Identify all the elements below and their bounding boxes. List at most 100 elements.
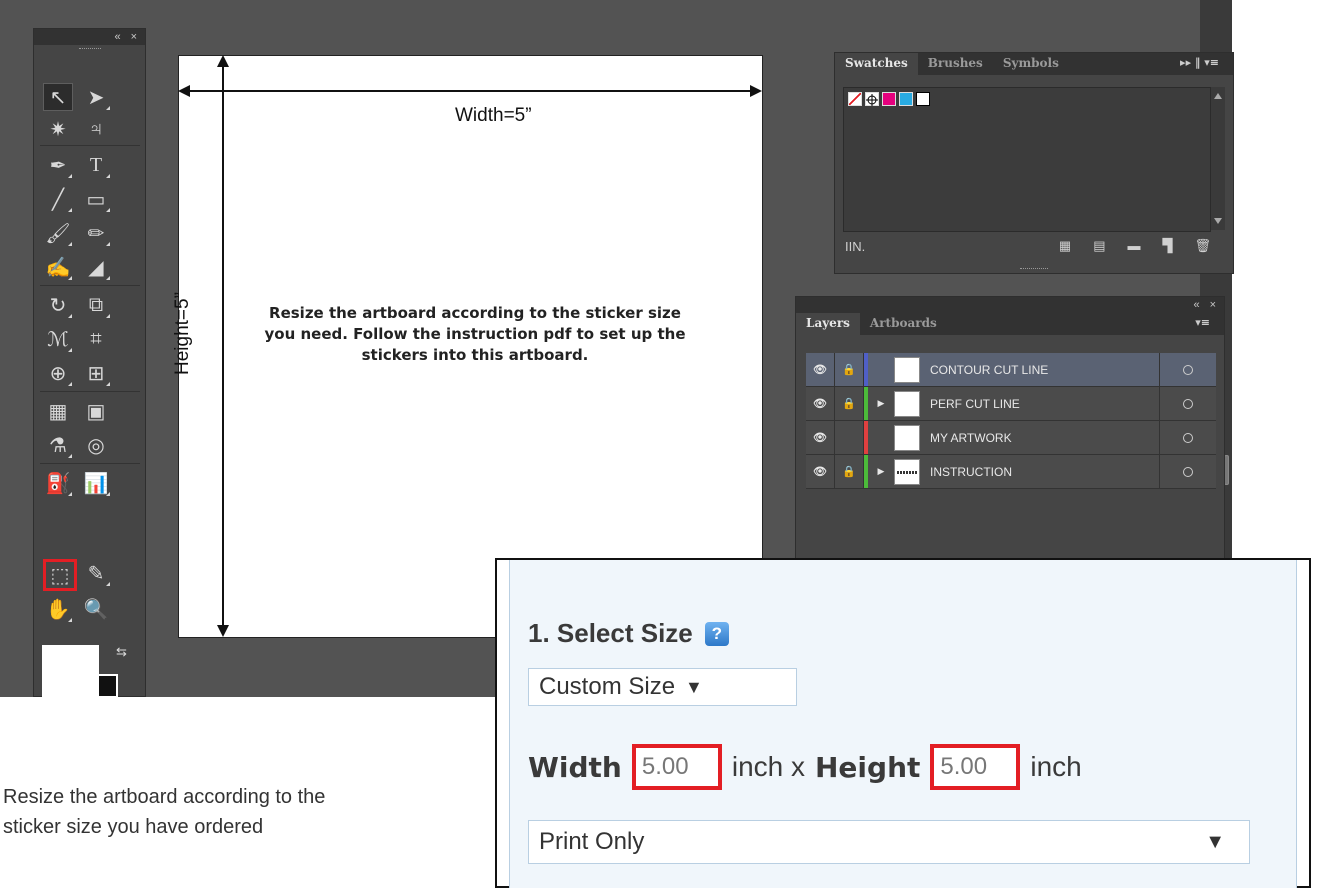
blend-tool-icon[interactable]: ◎	[81, 431, 111, 459]
layer-thumbnail	[894, 390, 920, 417]
type-tool-icon[interactable]: T	[81, 151, 111, 179]
swatch-none[interactable]	[848, 92, 862, 106]
size-dropdown-value: Custom Size	[539, 673, 676, 700]
dropdown-arrow-icon: ▼	[685, 676, 703, 697]
visibility-eye-icon[interactable]: 👁	[806, 455, 835, 488]
show-kinds-icon[interactable]: ▦	[1059, 238, 1071, 254]
pen-tool-icon[interactable]: ✒	[43, 151, 73, 179]
width-input[interactable]: 5.00	[631, 744, 722, 790]
tab-brushes[interactable]: Brushes	[918, 53, 993, 75]
rotate-tool-icon[interactable]: ↻	[43, 291, 73, 319]
panel-grip[interactable]	[1020, 268, 1048, 269]
swap-fill-stroke-icon[interactable]: ⇆	[116, 644, 127, 660]
layer-row[interactable]: 👁 🔒 ▶ PERF CUT LINE	[806, 387, 1216, 421]
magic-wand-tool-icon[interactable]: ✷	[43, 115, 73, 143]
shape-builder-tool-icon[interactable]: ⊕	[43, 359, 73, 387]
layer-color-bar	[864, 421, 868, 454]
layer-thumbnail	[894, 458, 920, 485]
visibility-eye-icon[interactable]: 👁	[806, 353, 835, 386]
caption-text: Resize the artboard according to the sti…	[3, 786, 326, 838]
new-swatch-icon[interactable]: ▜	[1162, 238, 1172, 254]
layer-target-icon[interactable]	[1159, 353, 1216, 386]
height-label: Height	[815, 750, 921, 784]
free-transform-tool-icon[interactable]: ⌗	[81, 325, 111, 353]
layer-row[interactable]: 👁 MY ARTWORK	[806, 421, 1216, 455]
perspective-grid-tool-icon[interactable]: ⊞	[81, 359, 111, 387]
dimensions-row: Width 5.00 inch x Height 5.00 inch	[528, 742, 1082, 792]
swatches-panel: Swatches Brushes Symbols ▸▸ ‖ ▾≡ IIN. ▦ …	[834, 52, 1234, 274]
layer-name: CONTOUR CUT LINE	[930, 362, 1049, 377]
hand-tool-icon[interactable]: ✋	[43, 595, 73, 623]
height-input[interactable]: 5.00	[930, 744, 1021, 790]
layer-name: MY ARTWORK	[930, 430, 1012, 445]
line-tool-icon[interactable]: ╱	[43, 185, 73, 213]
section-title: 1. Select Size ?	[528, 618, 729, 649]
lasso-tool-icon[interactable]: ♃	[81, 115, 111, 143]
scale-tool-icon[interactable]: ⧉	[81, 291, 111, 319]
eyedropper-tool-icon[interactable]: ⚗	[43, 431, 73, 459]
direct-selection-tool-icon[interactable]: ➤	[81, 83, 111, 111]
swatch-registration[interactable]	[865, 92, 879, 106]
lock-toggle-empty[interactable]	[835, 421, 864, 454]
tab-artboards[interactable]: Artboards	[860, 313, 947, 335]
close-icon[interactable]: ×	[1210, 299, 1216, 311]
eraser-tool-icon[interactable]: ◢	[81, 253, 111, 281]
width-dimension-label: Width=5”	[455, 105, 532, 126]
width-label: Width	[528, 750, 622, 784]
tab-swatches[interactable]: Swatches	[835, 53, 918, 75]
layer-list: 👁 🔒 CONTOUR CUT LINE 👁 🔒 ▶ PERF CUT LINE…	[806, 353, 1216, 489]
select-size-heading: 1. Select Size	[528, 618, 693, 648]
panel-grip[interactable]	[34, 45, 145, 53]
print-option-dropdown[interactable]: Print Only ▼	[528, 820, 1250, 864]
layer-row[interactable]: 👁 🔒 CONTOUR CUT LINE	[806, 353, 1216, 387]
warp-tool-icon[interactable]: ℳ	[43, 325, 73, 353]
close-icon[interactable]: ×	[131, 31, 137, 43]
layers-panel-header: « ×	[796, 297, 1224, 313]
visibility-eye-icon[interactable]: 👁	[806, 387, 835, 420]
unit-x-label: inch x	[731, 751, 805, 782]
layer-row[interactable]: 👁 🔒 ▶ INSTRUCTION	[806, 455, 1216, 489]
panel-menu-icon[interactable]: ▸▸ ‖ ▾≡	[1180, 53, 1233, 75]
lock-icon[interactable]: 🔒	[835, 353, 864, 386]
expand-triangle-icon[interactable]: ▶	[868, 399, 894, 409]
zoom-tool-icon[interactable]: 🔍	[81, 595, 111, 623]
selection-tool-icon[interactable]: ↖	[43, 83, 73, 111]
collapse-icon[interactable]: «	[114, 31, 120, 43]
gradient-tool-icon[interactable]: ▣	[81, 397, 111, 425]
paintbrush-tool-icon[interactable]: 🖌	[43, 219, 73, 247]
lock-icon[interactable]: 🔒	[835, 455, 864, 488]
layer-target-icon[interactable]	[1159, 387, 1216, 420]
new-color-group-icon[interactable]: ▬	[1127, 238, 1140, 254]
blob-brush-tool-icon[interactable]: ✍	[43, 253, 73, 281]
panel-menu-icon[interactable]: ▾≡	[1195, 313, 1224, 335]
layer-color-bar	[864, 353, 868, 386]
swatch-cyan[interactable]	[899, 92, 913, 106]
lock-icon[interactable]: 🔒	[835, 387, 864, 420]
layer-target-icon[interactable]	[1159, 421, 1216, 454]
swatch-white[interactable]	[916, 92, 930, 106]
tab-layers[interactable]: Layers	[796, 313, 860, 335]
collapse-icon[interactable]: «	[1193, 299, 1199, 311]
rectangle-tool-icon[interactable]: ▭	[81, 185, 111, 213]
mesh-tool-icon[interactable]: ▦	[43, 397, 73, 425]
swatch-options-icon[interactable]: ▤	[1093, 238, 1105, 254]
visibility-eye-icon[interactable]: 👁	[806, 421, 835, 454]
help-icon[interactable]: ?	[704, 621, 729, 646]
swatch-library-icon[interactable]: IIN.	[845, 239, 865, 254]
trash-icon[interactable]: 🗑	[1194, 238, 1211, 254]
swatches-scrollbar[interactable]	[1211, 87, 1225, 230]
fill-color-box[interactable]	[42, 645, 99, 698]
artboard-tool-icon[interactable]: ⬚	[43, 559, 77, 591]
symbol-sprayer-tool-icon[interactable]: ⛽	[43, 469, 73, 497]
layers-panel-tabs: Layers Artboards ▾≡	[796, 313, 1224, 335]
size-dropdown[interactable]: Custom Size ▼	[528, 668, 797, 706]
slice-tool-icon[interactable]: ✎	[81, 559, 111, 587]
pencil-tool-icon[interactable]: ✏	[81, 219, 111, 247]
column-graph-tool-icon[interactable]: 📊	[81, 469, 111, 497]
expand-triangle-icon[interactable]: ▶	[868, 467, 894, 477]
layer-target-icon[interactable]	[1159, 455, 1216, 488]
swatch-magenta[interactable]	[882, 92, 896, 106]
registration-icon	[866, 94, 878, 106]
swatch-grid	[843, 87, 1211, 232]
tab-symbols[interactable]: Symbols	[993, 53, 1069, 75]
